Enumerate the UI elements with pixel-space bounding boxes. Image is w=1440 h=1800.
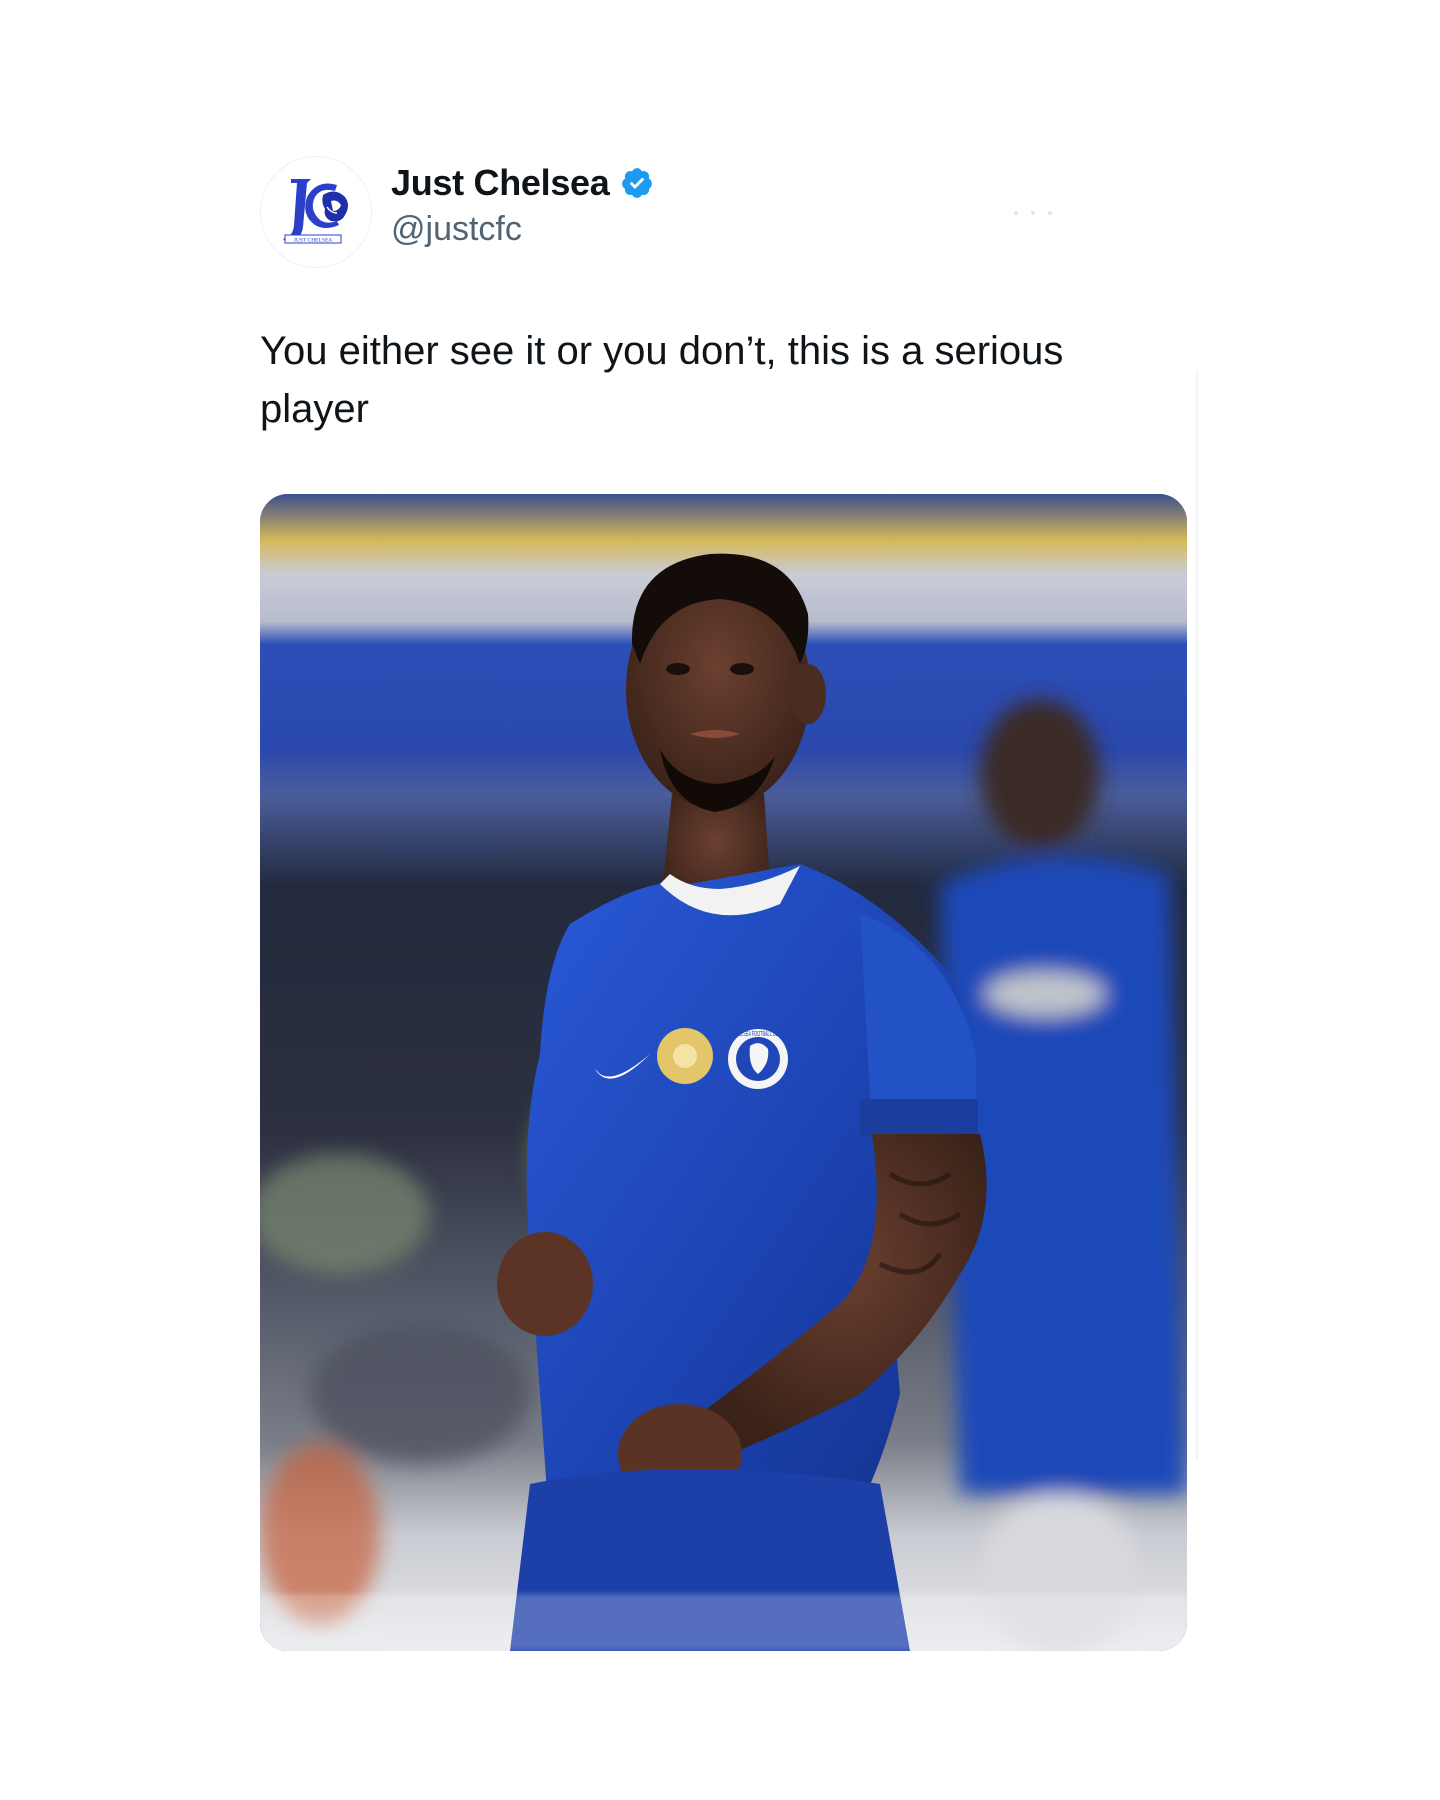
author-avatar[interactable]: JUST CHELSEA [260, 156, 372, 268]
author-handle[interactable]: @justcfc [391, 207, 522, 251]
more-options-icon[interactable] [1010, 205, 1056, 221]
author-name-row[interactable]: Just Chelsea [391, 160, 654, 206]
tweet-card: JUST CHELSEA Just Chelsea @justcfc You e… [0, 0, 1440, 1800]
player-photo: CHELSEA FOOTBALL CLUB [260, 494, 1187, 1651]
verified-badge-icon [621, 168, 652, 198]
divider [1196, 370, 1198, 1460]
just-chelsea-logo-icon: JUST CHELSEA [261, 157, 371, 267]
tweet-text: You either see it or you don’t, this is … [260, 329, 1064, 431]
crest-text: CHELSEA FOOTBALL CLUB [733, 1031, 783, 1038]
tweet-photo[interactable]: CHELSEA FOOTBALL CLUB [260, 494, 1187, 1651]
author-display-name[interactable]: Just Chelsea [391, 160, 610, 206]
avatar-logo-text: JUST CHELSEA [294, 238, 333, 244]
